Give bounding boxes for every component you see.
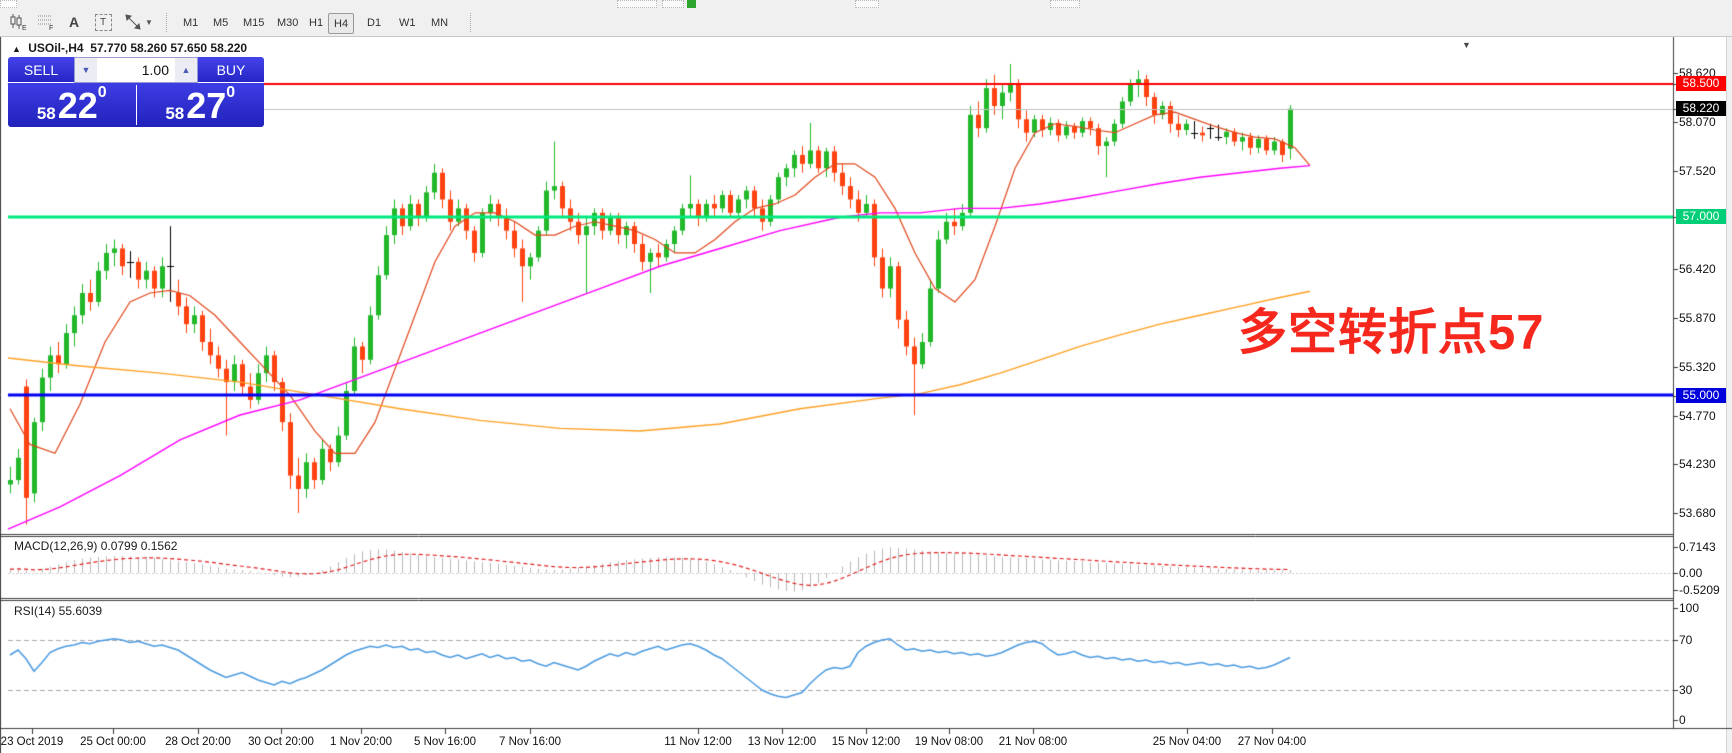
svg-text:E: E [22,25,27,31]
date-axis-label: 21 Nov 08:00 [983,736,1083,748]
timeframe-button-M15[interactable]: M15 [238,13,269,32]
trade-panel-top-row: SELL ▼ 1.00 ▲ BUY [8,57,264,83]
text-a-glyph: A [69,14,79,30]
price-axis-badge: 55.000 [1676,388,1726,403]
macd-axis-label: -0.5209 [1679,583,1720,597]
buy-button[interactable]: BUY [198,57,264,83]
bid-price[interactable]: 58 22 0 [8,83,136,127]
chart-annotation-text: 多空转折点57 [1238,293,1545,364]
sell-button[interactable]: SELL [8,57,74,83]
macd-axis-label: 0.7143 [1679,540,1716,554]
grid-icon[interactable]: F [34,11,58,33]
symbol-ohlc: 57.770 58.260 57.650 58.220 [90,41,247,55]
price-axis-label: 58.070 [1679,115,1716,129]
timeframe-button-MN[interactable]: MN [426,13,453,32]
timeframe-button-H4[interactable]: H4 [328,13,354,34]
textbox-icon[interactable]: T [92,11,114,33]
toolbar-fragment [855,0,879,8]
date-axis-label: 7 Nov 16:00 [480,736,580,748]
bid-price-small: 58 [37,105,56,122]
ask-price-big: 27 [186,91,226,122]
symbol-header: ▲ USOil-,H4 57.770 58.260 57.650 58.220 [12,41,247,55]
textbox-glyph: T [95,14,112,31]
volume-value[interactable]: 1.00 [97,58,175,82]
toolbar-fragment [662,0,684,8]
cursor-arrows-icon[interactable]: ▼ [124,11,154,33]
trade-panel-price-row: 58 22 0 58 27 0 [8,83,264,127]
bid-price-big: 22 [58,91,98,122]
date-axis-label: 27 Nov 04:00 [1222,736,1322,748]
macd-label: MACD(12,26,9) 0.0799 0.1562 [14,539,177,553]
price-axis-badge: 57.000 [1676,209,1726,224]
symbol-name: USOil-,H4 [28,41,83,55]
timeframe-button-D1[interactable]: D1 [362,13,386,32]
volume-decrease-button[interactable]: ▼ [75,58,97,82]
timeframe-button-W1[interactable]: W1 [394,13,421,32]
text-a-icon[interactable]: A [64,11,84,33]
price-axis-label: 55.870 [1679,311,1716,325]
macd-axis-label: 0.00 [1679,566,1702,580]
toolbar-fragment [1050,0,1080,8]
scroll-to-end-icon[interactable]: ▼ [1462,40,1471,50]
price-axis-label: 54.230 [1679,457,1716,471]
chart-candles-icon[interactable]: E [6,11,30,33]
volume-spinner: ▼ 1.00 ▲ [74,57,198,83]
price-axis-label: 54.770 [1679,409,1716,423]
toolbar: E F A T ▼ M1 M5 M15M30H1H4 D1 W1 MN [0,10,1732,37]
bid-price-sup: 0 [98,85,107,101]
timeframe-button-M5[interactable]: M5 [208,13,233,32]
rsi-axis-label: 100 [1679,601,1699,615]
price-axis-label: 56.420 [1679,262,1716,276]
rsi-label: RSI(14) 55.6039 [14,604,102,618]
toolbar-fragment-green [687,0,696,8]
price-axis-label: 57.520 [1679,164,1716,178]
timeframe-button-M1[interactable]: M1 [178,13,203,32]
price-axis-label: 53.680 [1679,506,1716,520]
timeframe-button-M30[interactable]: M30 [272,13,303,32]
toolbar-fragment [0,0,17,8]
ask-price-small: 58 [165,105,184,122]
price-axis-badge: 58.220 [1676,101,1726,116]
toolbar-fragment [617,0,657,8]
mt4-window: E F A T ▼ M1 M5 M15M30H1H4 D1 W1 MN ▲ USOil-,… [0,0,1732,753]
toolbar-separator [166,13,167,32]
price-axis-badge: 58.500 [1676,76,1726,91]
volume-increase-button[interactable]: ▲ [175,58,197,82]
timeframe-button-H1[interactable]: H1 [304,13,328,32]
svg-text:F: F [49,25,53,31]
price-axis-label: 55.320 [1679,360,1716,374]
ask-price-sup: 0 [226,85,235,101]
rsi-axis-label: 70 [1679,633,1692,647]
symbol-collapse-icon[interactable]: ▲ [12,44,21,54]
toolbar-separator [470,13,471,32]
ask-price[interactable]: 58 27 0 [137,83,265,127]
rsi-axis-label: 0 [1679,713,1686,727]
rsi-axis-label: 30 [1679,683,1692,697]
one-click-trade-panel: SELL ▼ 1.00 ▲ BUY 58 22 0 58 27 0 [8,57,264,127]
